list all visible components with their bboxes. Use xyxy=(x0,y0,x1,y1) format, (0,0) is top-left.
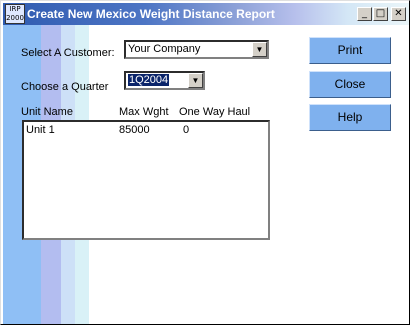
print-button[interactable]: Print xyxy=(309,37,391,64)
quarter-select[interactable]: 1Q2004 ▼ xyxy=(124,71,205,90)
help-button[interactable]: Help xyxy=(309,104,391,131)
quarter-select-value: 1Q2004 xyxy=(128,74,170,86)
customer-select[interactable]: Your Company ▼ xyxy=(124,40,269,59)
client-area: Select A Customer: Your Company ▼ Choose… xyxy=(3,25,409,324)
table-cell-unit[interactable]: Unit 1 xyxy=(26,124,55,136)
quarter-label: Choose a Quarter xyxy=(21,81,109,93)
maximize-button[interactable]: □ xyxy=(373,7,388,21)
units-list[interactable]: Unit 1 85000 0 xyxy=(22,120,270,240)
customer-select-value: Your Company xyxy=(128,43,201,55)
column-header-max-wght: Max Wght xyxy=(119,106,169,118)
column-header-unit-name: Unit Name xyxy=(21,106,73,118)
close-window-button[interactable]: ✕ xyxy=(391,7,406,21)
window-title: Create New Mexico Weight Distance Report xyxy=(27,7,275,21)
chevron-down-icon[interactable]: ▼ xyxy=(252,42,267,57)
title-bar[interactable]: IRP 2000 Create New Mexico Weight Distan… xyxy=(3,3,409,25)
table-cell-one-way-haul: 0 xyxy=(183,124,190,136)
minimize-button[interactable]: _ xyxy=(357,7,372,21)
close-button[interactable]: Close xyxy=(309,71,391,98)
app-icon: IRP 2000 xyxy=(5,4,25,24)
customer-label: Select A Customer: xyxy=(21,47,115,59)
column-header-one-way-haul: One Way Haul xyxy=(179,106,251,118)
chevron-down-icon[interactable]: ▼ xyxy=(188,73,203,88)
table-cell-max-wght: 85000 xyxy=(119,124,150,136)
report-window: IRP 2000 Create New Mexico Weight Distan… xyxy=(0,0,410,325)
